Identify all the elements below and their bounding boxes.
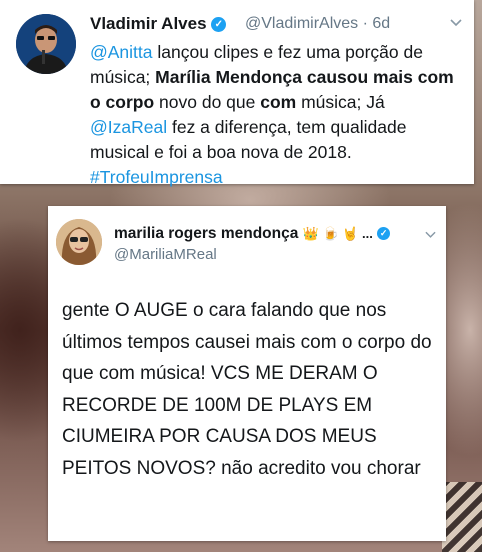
author-name[interactable]: Vladimir Alves ✓ — [90, 14, 227, 34]
author-name[interactable]: marilia rogers mendonça 👑 🍺 🤘 ... ✓ — [114, 225, 391, 243]
tweet-text: gente O AUGE o cara falando que nos últi… — [62, 300, 432, 479]
verified-icon: ✓ — [211, 17, 227, 33]
text-segment: novo do que — [154, 92, 261, 112]
author-handle[interactable]: @VladimirAlves — [245, 15, 358, 32]
text-segment: música; Já — [296, 92, 385, 112]
name-emojis: 👑 🍺 🤘 ... — [302, 226, 373, 241]
mention-anitta[interactable]: @Anitta — [90, 42, 153, 62]
hashtag-link[interactable]: #TrofeuImprensa — [90, 165, 462, 190]
chevron-down-icon[interactable] — [425, 228, 436, 242]
tweet-card-marilia[interactable]: marilia rogers mendonça 👑 🍺 🤘 ... ✓ @Mar… — [48, 206, 446, 541]
chevron-down-icon[interactable] — [450, 16, 462, 30]
avatar-vladimir[interactable] — [16, 14, 76, 74]
separator-dot: · — [362, 15, 368, 32]
mention-izareal[interactable]: @IzaReal — [90, 117, 167, 137]
tweet-text: @Anitta lançou clipes e fez uma porção d… — [90, 40, 462, 190]
author-name-text: Vladimir Alves — [90, 14, 207, 33]
verified-icon: ✓ — [377, 227, 391, 241]
tweet-timestamp[interactable]: 6d — [372, 15, 390, 32]
text-bold-com: com — [260, 92, 297, 112]
avatar-marilia[interactable] — [56, 219, 102, 265]
tweet-card-vladimir[interactable]: Vladimir Alves ✓ @VladimirAlves · 6d @An… — [0, 0, 474, 187]
author-handle[interactable]: @MariliaMReal — [114, 246, 217, 263]
text-bold-marilia: Marília Mendonça — [155, 67, 302, 87]
author-name-text: marilia rogers mendonça — [114, 225, 299, 242]
author-meta: @VladimirAlves · 6d — [245, 15, 390, 33]
background-pattern — [442, 482, 482, 552]
author-handle-row: @MariliaMReal — [114, 246, 217, 263]
